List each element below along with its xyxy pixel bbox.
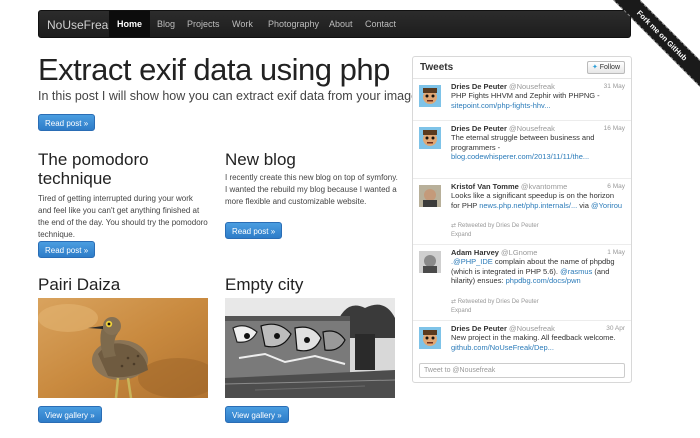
tweet-author-name: Dries De Peuter [451,324,507,333]
empty-city-gallery-button[interactable]: View gallery » [225,406,289,423]
new-blog-read-post-button[interactable]: Read post » [225,222,283,239]
tweet-body: via [579,200,589,210]
tweet-text: Looks like a significant speedup is on t… [451,191,623,210]
tweet-link[interactable]: blog.codewhisperer.com/2013/11/11/the... [451,152,589,161]
tweet-link[interactable]: phpdbg.com/docs/pwn [506,276,581,285]
post-excerpt: Tired of getting interrupted during your… [38,194,208,239]
post-title[interactable]: New blog [225,150,400,169]
nav-blog[interactable]: Blog [149,11,183,37]
nav-about[interactable]: About [321,11,361,37]
retweet-note: ⇄ Retweeted by Dries De Peuter [451,298,539,305]
tweet-author-name: Dries De Peuter [451,82,507,91]
pairi-daiza-photo[interactable] [38,298,208,398]
tweet-item[interactable]: Dries De Peuter @Nousefreak 31 May PHP F… [413,79,631,121]
twitter-widget-title: Tweets [420,62,454,73]
tweet-date[interactable]: 31 May [604,83,625,90]
twitter-follow-label: Follow [599,64,620,71]
tweet-item[interactable]: Adam Harvey @LGnome 1 May .@PHP_IDE comp… [413,245,631,321]
tweet-compose-input[interactable]: Tweet to @Nousefreak [419,363,625,378]
tweet-item[interactable]: Dries De Peuter @Nousefreak 16 May The e… [413,121,631,179]
tweet-body: PHP Fights HHVM and Zephir with PHPNG - [451,91,600,100]
nav-photography[interactable]: Photography [260,11,327,37]
retweet-icon: ⇄ [451,223,457,229]
tweet-text: .@PHP_IDE complain about the name of php… [451,257,623,286]
tweet-author[interactable]: Dries De Peuter @Nousefreak [451,324,555,333]
tweet-date[interactable]: 6 May [607,183,625,190]
post-title[interactable]: The pomodoro technique [38,150,208,188]
navbar: NoUseFreak Home Blog Projects Work Photo… [38,10,631,38]
tweet-text: PHP Fights HHVM and Zephir with PHPNG -s… [451,91,623,110]
tweet-handle: @kvantomme [520,182,568,191]
tweet-date[interactable]: 1 May [607,249,625,256]
gallery-title[interactable]: Pairi Daiza [38,275,120,294]
tweet-handle: @LGnome [501,248,538,257]
tweet-item[interactable]: Kristof Van Tomme @kvantomme 6 May Looks… [413,179,631,245]
hero-subtitle: In this post I will show how you can ext… [38,89,428,103]
tweet-author[interactable]: Kristof Van Tomme @kvantomme [451,182,567,191]
tweet-text: New project in the making. All feedback … [451,333,623,352]
avatar[interactable] [419,327,441,349]
tweet-author-name: Kristof Van Tomme [451,182,519,191]
tweet-expand-link[interactable]: Expand [451,232,471,238]
hero-title: Extract exif data using php [38,52,390,87]
retweet-label: Retweeted by Dries De Peuter [457,299,539,305]
nav-home[interactable]: Home [109,11,151,37]
tweet-body: New project in the making. All feedback … [451,333,616,342]
tweet-author-name: Dries De Peuter [451,124,507,133]
tweet-body: The eternal struggle between business an… [451,133,595,152]
tweet-author[interactable]: Dries De Peuter @Nousefreak [451,124,555,133]
tweet-author-name: Adam Harvey [451,248,499,257]
tweet-expand-link[interactable]: Expand [451,308,471,314]
nav-projects[interactable]: Projects [179,11,228,37]
gallery-title[interactable]: Empty city [225,275,303,294]
avatar[interactable] [419,85,441,107]
tweet-mention[interactable]: @Yorirou [591,201,622,210]
tweet-date[interactable]: 30 Apr [606,325,625,332]
nav-contact[interactable]: Contact [357,11,404,37]
twitter-follow-button[interactable]: ✦ Follow [586,61,625,74]
hero-read-post-button[interactable]: Read post » [38,114,96,131]
retweet-icon: ⇄ [451,299,457,305]
tweet-date[interactable]: 16 May [604,125,625,132]
twitter-widget: Tweets ✦ Follow Dries De Peuter @Nousefr… [412,56,632,383]
post-excerpt: I recently create this new blog on top o… [225,173,398,206]
twitter-bird-icon: ✦ [591,64,598,71]
tweet-handle: @Nousefreak [508,324,555,333]
retweet-note: ⇄ Retweeted by Dries De Peuter [451,222,539,229]
tweet-text: The eternal struggle between business an… [451,133,623,162]
tweet-link[interactable]: news.php.net/php.internals/... [479,201,577,210]
empty-city-photo[interactable] [225,298,395,398]
retweet-label: Retweeted by Dries De Peuter [457,223,539,229]
tweet-author[interactable]: Adam Harvey @LGnome [451,248,537,257]
avatar[interactable] [419,251,441,273]
twitter-widget-header: Tweets ✦ Follow [413,57,631,79]
pairi-daiza-gallery-button[interactable]: View gallery » [38,406,102,423]
pomodoro-read-post-button[interactable]: Read post » [38,241,96,258]
tweet-author[interactable]: Dries De Peuter @Nousefreak [451,82,555,91]
tweet-handle: @Nousefreak [508,82,555,91]
avatar[interactable] [419,127,441,149]
tweet-handle: @Nousefreak [508,124,555,133]
tweet-link[interactable]: github.com/NoUseFreak/Dep... [451,343,554,352]
tweet-mention[interactable]: .@PHP_IDE [451,257,493,266]
avatar[interactable] [419,185,441,207]
tweet-mention[interactable]: @rasmus [560,267,592,276]
tweet-item[interactable]: Dries De Peuter @Nousefreak 30 Apr New p… [413,321,631,359]
brand-link[interactable]: NoUseFreak [47,18,114,32]
nav-work[interactable]: Work [224,11,261,37]
tweet-link[interactable]: sitepoint.com/php-fights-hhv... [451,101,551,110]
